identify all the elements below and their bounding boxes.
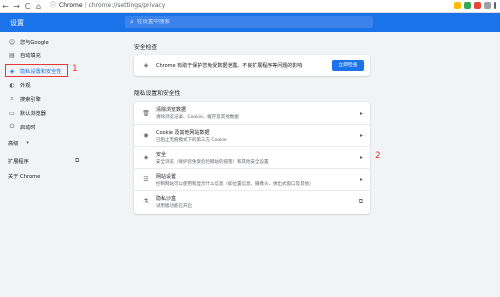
url-separator: | [84,2,87,9]
annotation-marker-1: 1 [72,64,78,74]
profile-icon[interactable] [484,2,491,9]
address-bar[interactable]: ⓘ Chrome | chrome://settings/privacy [50,1,450,11]
sidebar-item-label: 关于 Chrome [8,173,41,180]
browser-icon: ▭ [9,109,15,117]
check-now-button[interactable]: 立即检查 [332,60,364,71]
flask-icon: ⚗ [143,198,149,205]
row-title: 清除浏览数据 [156,107,187,113]
person-icon: ☺ [8,38,16,46]
chevron-right-icon: ▸ [359,176,363,183]
safety-check-title: 安全检查 [134,45,158,51]
sidebar-item-about-chrome[interactable]: 关于 Chrome [0,170,110,182]
sidebar-item-label: 高级 [8,140,19,147]
sidebar-item-label: 启动时 [20,124,36,131]
row-subtitle: 控制网站可以使用和显示什么信息（如位置信息、摄像头、弹出式窗口及其他） [156,181,314,187]
row-subtitle: 试用版功能已开启 [156,203,192,209]
power-icon: ⏻ [9,123,15,130]
safety-check-row: ◈ Chrome 有助于保护您免受数据泄露、不良扩展程序等问题的影响 立即检查 [134,55,370,76]
site-label: Chrome [59,2,83,9]
sidebar-item-label: 默认浏览器 [20,110,46,117]
extension-icon[interactable] [464,2,471,9]
extension-icon[interactable] [474,2,481,9]
cookie-icon: ◉ [143,132,149,139]
privacy-row-sandbox[interactable]: ⚗ 隐私沙盒 试用版功能已开启 ⧉ [134,190,370,212]
search-box[interactable]: ⌕ [125,16,373,28]
safety-check-card: ◈ Chrome 有助于保护您免受数据泄露、不良扩展程序等问题的影响 立即检查 [134,55,370,76]
row-title: 安全 [156,151,167,158]
sidebar-item-advanced[interactable]: 高级 ▾ [0,137,110,149]
sidebar-item-label: 您与Google [20,39,49,46]
reload-icon[interactable]: C [22,1,33,12]
chevron-right-icon: ▸ [359,132,363,139]
chevron-down-icon: ▾ [26,140,29,146]
privacy-row-clear-data[interactable]: 🗑 清除浏览数据 清除浏览记录、Cookie、缓存及其他数据 ▸ [134,102,370,124]
chevron-right-icon: ▸ [359,154,363,161]
palette-icon: ◐ [9,81,15,89]
tune-icon: ☰ [143,176,149,183]
sidebar-item-search-engine[interactable]: ⌕ 搜索引擎 [0,93,110,105]
open-external-icon: ⧉ [75,157,80,164]
extension-icon[interactable] [454,2,461,9]
forward-arrow-icon[interactable]: → [11,1,22,12]
page-title: 设置 [10,18,24,27]
row-title: 网站设置 [156,173,177,180]
privacy-row-security[interactable]: ◈ 安全 安全浏览（保护您免受危险网站的侵害）和其他安全设置 ▸ [134,146,370,168]
privacy-row-cookies[interactable]: ◉ Cookie 及其他网站数据 已阻止无痕模式下的第三方 Cookie ▸ [134,124,370,146]
sidebar-item-label: 自动填充 [20,52,41,59]
search-input[interactable] [136,19,337,25]
browser-toolbar: ← → C ⌂ ⓘ Chrome | chrome://settings/pri… [0,0,500,13]
search-icon: ⌕ [130,17,134,26]
sidebar-item-label: 外观 [20,82,31,89]
settings-header: 设置 ⌕ [0,13,500,32]
sidebar-item-appearance[interactable]: ◐ 外观 [0,79,110,91]
extension-icons [454,2,496,9]
shield-icon: ◈ [143,154,149,161]
sidebar-item-autofill[interactable]: ▤ 自动填充 [0,49,110,61]
search-icon: ⌕ [10,95,14,102]
site-info-icon[interactable]: ⓘ [50,1,56,11]
shield-check-icon: ◈ [143,62,149,69]
sidebar-item-label: 搜索引擎 [20,96,41,103]
sidebar-item-default-browser[interactable]: ▭ 默认浏览器 [0,107,110,119]
trash-icon: 🗑 [142,109,150,117]
chevron-right-icon: ▸ [359,109,363,117]
privacy-row-site-settings[interactable]: ☰ 网站设置 控制网站可以使用和显示什么信息（如位置信息、摄像头、弹出式窗口及其… [134,168,370,190]
menu-icon[interactable] [494,2,496,9]
row-subtitle: 清除浏览记录、Cookie、缓存及其他数据 [156,115,239,120]
back-arrow-icon[interactable]: ← [0,1,11,12]
home-icon[interactable]: ⌂ [33,1,44,12]
annotation-marker-2: 2 [375,151,381,161]
sidebar-item-extensions[interactable]: 扩展程序 ⧉ [0,155,110,167]
row-subtitle: 已阻止无痕模式下的第三方 Cookie [156,137,227,143]
privacy-card: 🗑 清除浏览数据 清除浏览记录、Cookie、缓存及其他数据 ▸ ◉ Cooki… [134,102,370,214]
clipboard-icon: ▤ [9,51,15,59]
annotation-box-1 [5,64,68,77]
sidebar-item-label: 扩展程序 [8,158,29,165]
row-title: 隐私沙盒 [156,195,177,202]
url-text: chrome://settings/privacy [88,2,166,9]
sidebar-item-you-and-google[interactable]: ☺ 您与Google [0,36,110,48]
sidebar-item-on-startup[interactable]: ⏻ 启动时 [0,121,110,133]
row-subtitle: 安全浏览（保护您免受危险网站的侵害）和其他安全设置 [156,159,269,165]
open-external-icon: ⧉ [358,197,363,205]
safety-check-text: Chrome 有助于保护您免受数据泄露、不良扩展程序等问题的影响 [156,63,303,69]
privacy-section-title: 隐私设置和安全性 [134,91,181,97]
row-title: Cookie 及其他网站数据 [156,129,210,136]
